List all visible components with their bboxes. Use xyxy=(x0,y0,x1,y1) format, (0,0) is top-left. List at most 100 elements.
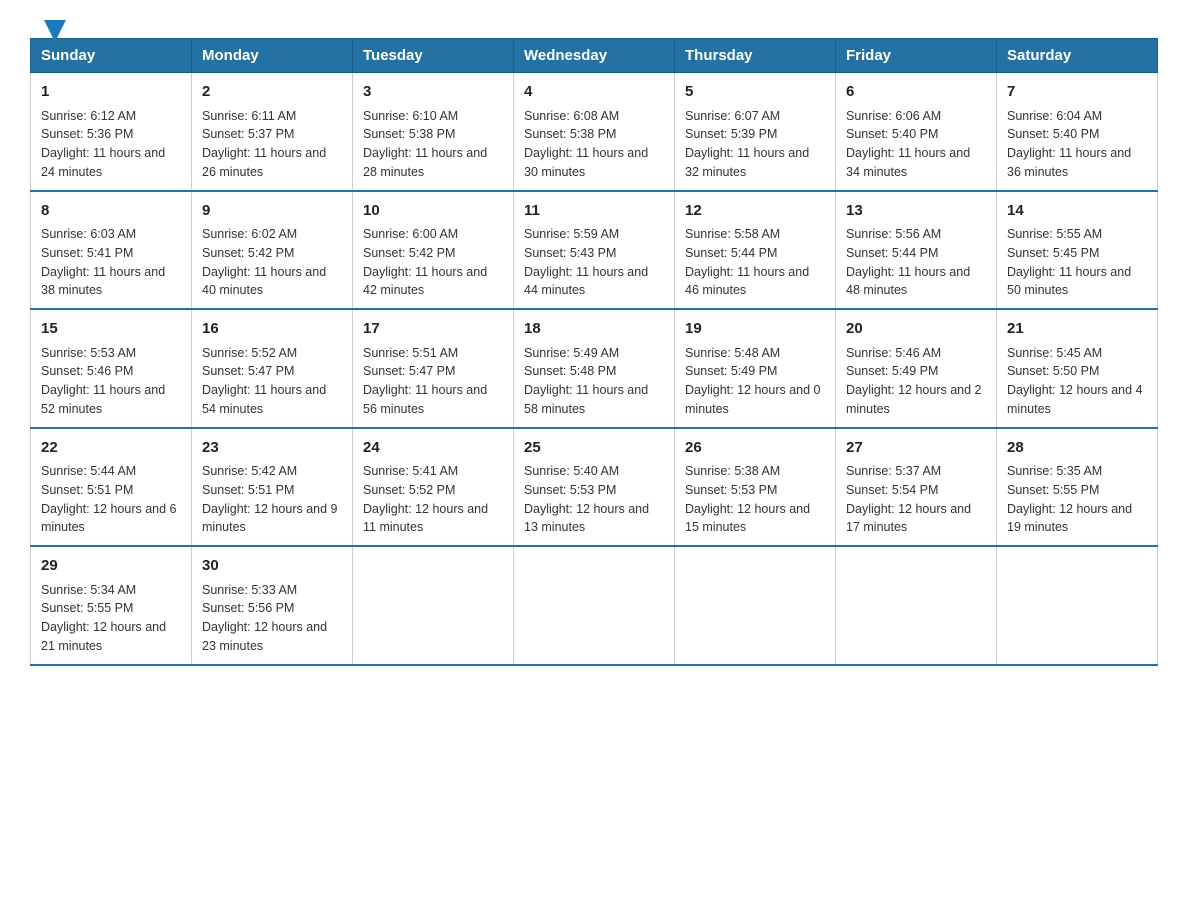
day-sunrise: Sunrise: 6:00 AM xyxy=(363,227,458,241)
day-header-wednesday: Wednesday xyxy=(514,39,675,73)
day-sunrise: Sunrise: 6:10 AM xyxy=(363,109,458,123)
day-daylight: Daylight: 11 hours and 28 minutes xyxy=(363,146,487,179)
day-sunset: Sunset: 5:38 PM xyxy=(363,127,455,141)
calendar-cell: 26 Sunrise: 5:38 AM Sunset: 5:53 PM Dayl… xyxy=(675,428,836,547)
calendar-cell: 19 Sunrise: 5:48 AM Sunset: 5:49 PM Dayl… xyxy=(675,309,836,428)
day-sunset: Sunset: 5:42 PM xyxy=(202,246,294,260)
day-daylight: Daylight: 12 hours and 13 minutes xyxy=(524,502,649,535)
day-sunrise: Sunrise: 5:53 AM xyxy=(41,346,136,360)
day-daylight: Daylight: 12 hours and 0 minutes xyxy=(685,383,821,416)
day-sunset: Sunset: 5:39 PM xyxy=(685,127,777,141)
day-sunrise: Sunrise: 5:33 AM xyxy=(202,583,297,597)
day-number: 30 xyxy=(202,555,342,578)
calendar-week-row: 1 Sunrise: 6:12 AM Sunset: 5:36 PM Dayli… xyxy=(31,73,1158,191)
calendar-cell xyxy=(353,546,514,665)
day-number: 19 xyxy=(685,318,825,341)
day-daylight: Daylight: 12 hours and 4 minutes xyxy=(1007,383,1143,416)
calendar-week-row: 15 Sunrise: 5:53 AM Sunset: 5:46 PM Dayl… xyxy=(31,309,1158,428)
calendar-cell: 17 Sunrise: 5:51 AM Sunset: 5:47 PM Dayl… xyxy=(353,309,514,428)
day-number: 13 xyxy=(846,200,986,223)
day-number: 12 xyxy=(685,200,825,223)
calendar-cell: 9 Sunrise: 6:02 AM Sunset: 5:42 PM Dayli… xyxy=(192,191,353,310)
day-sunset: Sunset: 5:40 PM xyxy=(1007,127,1099,141)
day-daylight: Daylight: 11 hours and 48 minutes xyxy=(846,265,970,298)
day-sunrise: Sunrise: 5:46 AM xyxy=(846,346,941,360)
day-number: 9 xyxy=(202,200,342,223)
calendar-table: SundayMondayTuesdayWednesdayThursdayFrid… xyxy=(30,38,1158,666)
day-daylight: Daylight: 12 hours and 17 minutes xyxy=(846,502,971,535)
day-sunset: Sunset: 5:53 PM xyxy=(685,483,777,497)
day-sunset: Sunset: 5:47 PM xyxy=(202,364,294,378)
day-header-saturday: Saturday xyxy=(997,39,1158,73)
day-sunrise: Sunrise: 6:08 AM xyxy=(524,109,619,123)
day-sunrise: Sunrise: 5:52 AM xyxy=(202,346,297,360)
day-daylight: Daylight: 11 hours and 36 minutes xyxy=(1007,146,1131,179)
day-number: 18 xyxy=(524,318,664,341)
day-daylight: Daylight: 11 hours and 46 minutes xyxy=(685,265,809,298)
day-daylight: Daylight: 12 hours and 21 minutes xyxy=(41,620,166,653)
day-number: 7 xyxy=(1007,81,1147,104)
calendar-cell: 28 Sunrise: 5:35 AM Sunset: 5:55 PM Dayl… xyxy=(997,428,1158,547)
day-daylight: Daylight: 11 hours and 26 minutes xyxy=(202,146,326,179)
day-daylight: Daylight: 12 hours and 23 minutes xyxy=(202,620,327,653)
day-sunset: Sunset: 5:56 PM xyxy=(202,601,294,615)
day-number: 24 xyxy=(363,437,503,460)
calendar-header: SundayMondayTuesdayWednesdayThursdayFrid… xyxy=(31,39,1158,73)
calendar-cell: 6 Sunrise: 6:06 AM Sunset: 5:40 PM Dayli… xyxy=(836,73,997,191)
day-sunrise: Sunrise: 5:58 AM xyxy=(685,227,780,241)
day-number: 22 xyxy=(41,437,181,460)
day-daylight: Daylight: 11 hours and 40 minutes xyxy=(202,265,326,298)
calendar-cell: 20 Sunrise: 5:46 AM Sunset: 5:49 PM Dayl… xyxy=(836,309,997,428)
day-daylight: Daylight: 12 hours and 9 minutes xyxy=(202,502,338,535)
day-sunset: Sunset: 5:44 PM xyxy=(846,246,938,260)
day-daylight: Daylight: 11 hours and 32 minutes xyxy=(685,146,809,179)
day-number: 14 xyxy=(1007,200,1147,223)
day-number: 5 xyxy=(685,81,825,104)
day-number: 1 xyxy=(41,81,181,104)
calendar-cell: 8 Sunrise: 6:03 AM Sunset: 5:41 PM Dayli… xyxy=(31,191,192,310)
day-sunrise: Sunrise: 5:44 AM xyxy=(41,464,136,478)
day-daylight: Daylight: 11 hours and 24 minutes xyxy=(41,146,165,179)
day-sunrise: Sunrise: 6:03 AM xyxy=(41,227,136,241)
day-sunset: Sunset: 5:43 PM xyxy=(524,246,616,260)
day-daylight: Daylight: 12 hours and 19 minutes xyxy=(1007,502,1132,535)
calendar-cell: 4 Sunrise: 6:08 AM Sunset: 5:38 PM Dayli… xyxy=(514,73,675,191)
calendar-cell xyxy=(675,546,836,665)
day-sunrise: Sunrise: 5:38 AM xyxy=(685,464,780,478)
day-sunrise: Sunrise: 5:56 AM xyxy=(846,227,941,241)
day-daylight: Daylight: 11 hours and 52 minutes xyxy=(41,383,165,416)
day-number: 17 xyxy=(363,318,503,341)
calendar-cell: 5 Sunrise: 6:07 AM Sunset: 5:39 PM Dayli… xyxy=(675,73,836,191)
calendar-cell: 30 Sunrise: 5:33 AM Sunset: 5:56 PM Dayl… xyxy=(192,546,353,665)
calendar-week-row: 22 Sunrise: 5:44 AM Sunset: 5:51 PM Dayl… xyxy=(31,428,1158,547)
calendar-cell: 22 Sunrise: 5:44 AM Sunset: 5:51 PM Dayl… xyxy=(31,428,192,547)
calendar-cell: 25 Sunrise: 5:40 AM Sunset: 5:53 PM Dayl… xyxy=(514,428,675,547)
day-sunset: Sunset: 5:51 PM xyxy=(41,483,133,497)
day-number: 28 xyxy=(1007,437,1147,460)
day-sunset: Sunset: 5:42 PM xyxy=(363,246,455,260)
calendar-body: 1 Sunrise: 6:12 AM Sunset: 5:36 PM Dayli… xyxy=(31,73,1158,665)
day-sunset: Sunset: 5:49 PM xyxy=(846,364,938,378)
calendar-cell: 13 Sunrise: 5:56 AM Sunset: 5:44 PM Dayl… xyxy=(836,191,997,310)
calendar-week-row: 8 Sunrise: 6:03 AM Sunset: 5:41 PM Dayli… xyxy=(31,191,1158,310)
day-daylight: Daylight: 12 hours and 2 minutes xyxy=(846,383,982,416)
day-number: 21 xyxy=(1007,318,1147,341)
day-sunset: Sunset: 5:41 PM xyxy=(41,246,133,260)
day-sunrise: Sunrise: 5:37 AM xyxy=(846,464,941,478)
day-daylight: Daylight: 11 hours and 42 minutes xyxy=(363,265,487,298)
day-number: 11 xyxy=(524,200,664,223)
day-number: 4 xyxy=(524,81,664,104)
day-sunrise: Sunrise: 5:55 AM xyxy=(1007,227,1102,241)
calendar-cell: 27 Sunrise: 5:37 AM Sunset: 5:54 PM Dayl… xyxy=(836,428,997,547)
day-number: 20 xyxy=(846,318,986,341)
day-daylight: Daylight: 12 hours and 6 minutes xyxy=(41,502,177,535)
day-number: 26 xyxy=(685,437,825,460)
day-sunrise: Sunrise: 6:11 AM xyxy=(202,109,296,123)
day-header-friday: Friday xyxy=(836,39,997,73)
calendar-cell: 7 Sunrise: 6:04 AM Sunset: 5:40 PM Dayli… xyxy=(997,73,1158,191)
day-sunrise: Sunrise: 5:42 AM xyxy=(202,464,297,478)
logo-triangle-icon xyxy=(44,20,66,42)
calendar-cell: 11 Sunrise: 5:59 AM Sunset: 5:43 PM Dayl… xyxy=(514,191,675,310)
day-sunset: Sunset: 5:47 PM xyxy=(363,364,455,378)
day-daylight: Daylight: 12 hours and 15 minutes xyxy=(685,502,810,535)
